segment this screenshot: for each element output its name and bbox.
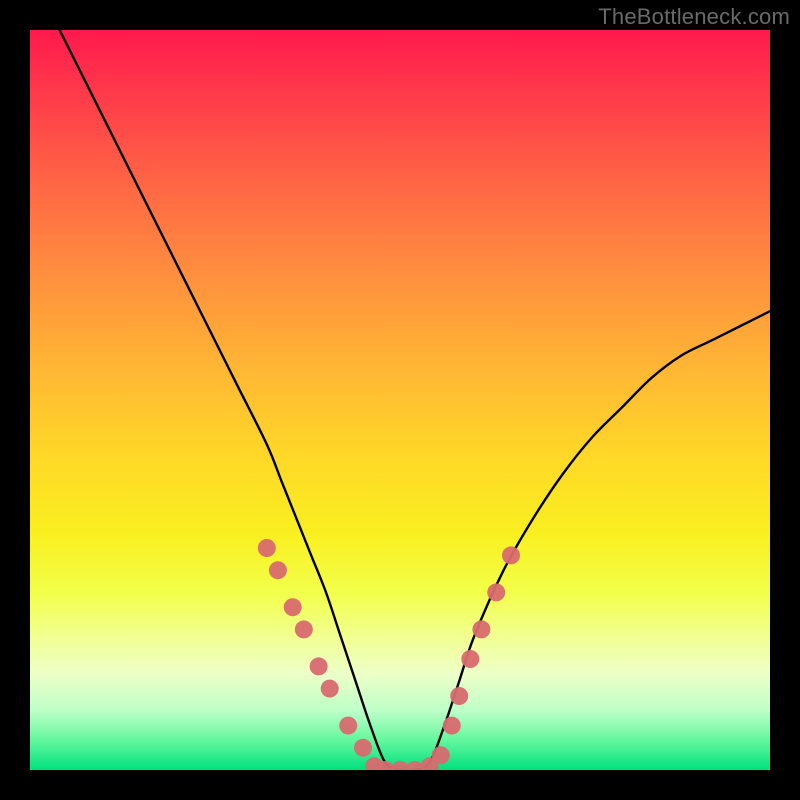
curve-marker [472, 620, 490, 638]
curve-marker [354, 739, 372, 757]
curve-marker [502, 546, 520, 564]
outer-frame: TheBottleneck.com [0, 0, 800, 800]
curve-marker [284, 598, 302, 616]
curve-marker [432, 746, 450, 764]
curve-marker [443, 717, 461, 735]
bottleneck-curve [60, 30, 770, 770]
curve-marker [487, 583, 505, 601]
curve-svg [30, 30, 770, 770]
curve-marker [258, 539, 276, 557]
curve-markers [258, 539, 520, 770]
plot-area [30, 30, 770, 770]
curve-marker [295, 620, 313, 638]
curve-marker [339, 717, 357, 735]
curve-marker [321, 680, 339, 698]
watermark-text: TheBottleneck.com [598, 4, 790, 30]
curve-marker [450, 687, 468, 705]
curve-marker [461, 650, 479, 668]
curve-marker [269, 561, 287, 579]
curve-marker [310, 657, 328, 675]
